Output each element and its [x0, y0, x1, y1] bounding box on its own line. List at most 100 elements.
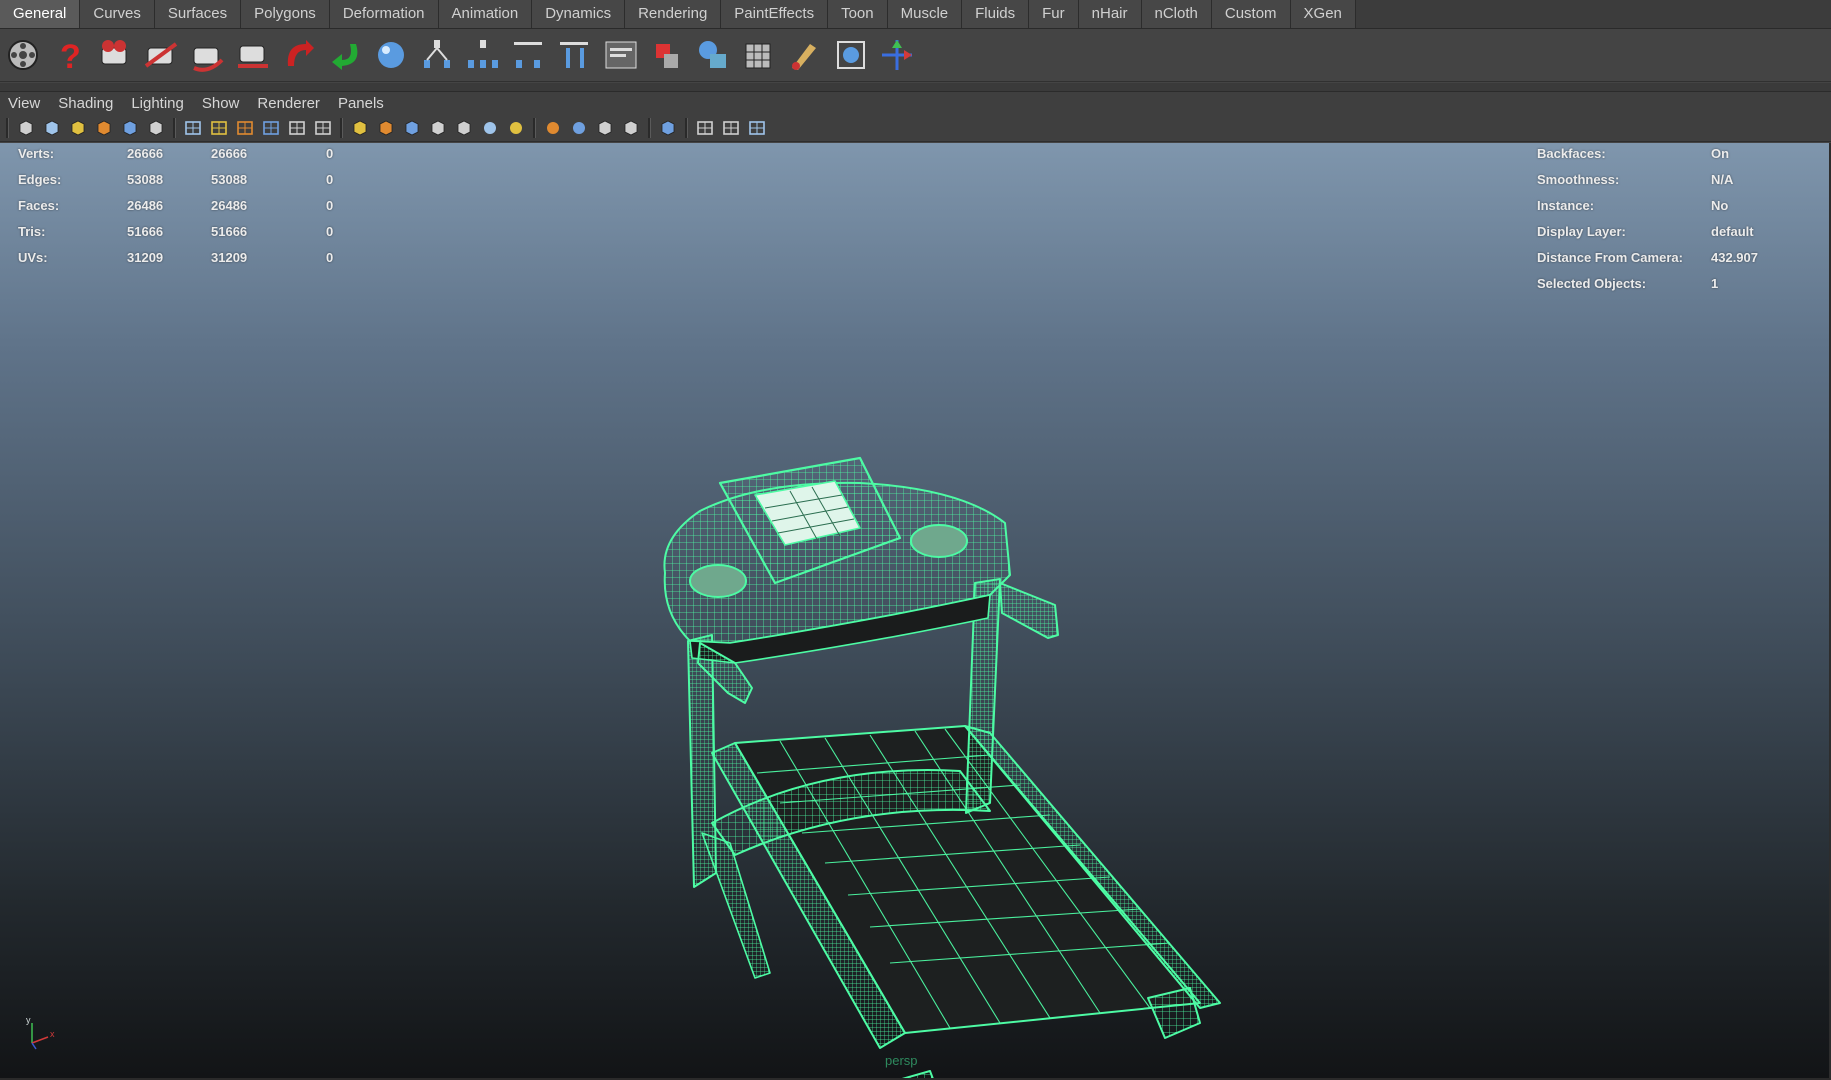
hud-value: 53088: [127, 172, 164, 187]
shelf-tab-rendering[interactable]: Rendering: [625, 0, 722, 28]
axis-y-label: y: [26, 1015, 31, 1025]
select-camera-icon[interactable]: [15, 117, 37, 139]
shelf-tab-dynamics[interactable]: Dynamics: [532, 0, 626, 28]
shelf-tab-painteffects[interactable]: PaintEffects: [721, 0, 829, 28]
panel-menu-shading[interactable]: Shading: [50, 95, 123, 112]
hud-label: Verts:: [18, 146, 55, 161]
panel-menu-lighting[interactable]: Lighting: [123, 95, 194, 112]
hud-label: Backfaces:: [1537, 146, 1606, 161]
camera-aim-icon[interactable]: [94, 33, 136, 77]
xray-icon[interactable]: [694, 117, 716, 139]
hud-label: Tris:: [18, 224, 46, 239]
shelf-tab-deformation[interactable]: Deformation: [329, 0, 439, 28]
film-gate-icon[interactable]: [208, 117, 230, 139]
toolbar-separator: [6, 118, 9, 138]
panel-menu-renderer[interactable]: Renderer: [249, 95, 330, 112]
screen-ssao-icon[interactable]: [542, 117, 564, 139]
hud-label: Distance From Camera:: [1537, 250, 1683, 265]
paint-brush-icon[interactable]: [784, 33, 826, 77]
shelf-tab-fur[interactable]: Fur: [1029, 0, 1079, 28]
camera-attributes-icon[interactable]: [41, 117, 63, 139]
camera-rotate-icon[interactable]: [186, 33, 228, 77]
shelf-tab-animation[interactable]: Animation: [438, 0, 533, 28]
hierarchy-1-icon[interactable]: [416, 33, 458, 77]
safe-title-icon[interactable]: [312, 117, 334, 139]
grease-pencil-icon[interactable]: [145, 117, 167, 139]
cube-lattice-icon[interactable]: [830, 33, 872, 77]
cube-grid-icon[interactable]: [738, 33, 780, 77]
shelf-tab-custom[interactable]: Custom: [1211, 0, 1291, 28]
hud-row-faces: Faces: 26486 26486 0: [18, 198, 358, 224]
hud-value: 432.907: [1711, 250, 1758, 265]
hierarchy-3-icon[interactable]: [508, 33, 550, 77]
grid-icon[interactable]: [182, 117, 204, 139]
shelf-tab-curves[interactable]: Curves: [80, 0, 155, 28]
toolbar-separator: [533, 118, 536, 138]
redo-arrow-icon[interactable]: [324, 33, 366, 77]
shelf-tab-toon[interactable]: Toon: [828, 0, 888, 28]
hud-value: 26666: [127, 146, 164, 161]
undo-arrow-icon[interactable]: [278, 33, 320, 77]
panel-menu-show[interactable]: Show: [194, 95, 250, 112]
panel-menu-panels[interactable]: Panels: [330, 95, 394, 112]
film-reel-icon[interactable]: [2, 33, 44, 77]
xray-components-icon[interactable]: [746, 117, 768, 139]
render-red-cube-icon[interactable]: [646, 33, 688, 77]
panel-toolbar: [0, 115, 1831, 142]
hud-row-distance-from-camera: Distance From Camera: 432.907: [1537, 250, 1827, 276]
shelf-tab-ncloth[interactable]: nCloth: [1141, 0, 1212, 28]
shelf-divider[interactable]: [0, 83, 1831, 92]
window-editor-icon[interactable]: [600, 33, 642, 77]
resolution-gate-icon[interactable]: [234, 117, 256, 139]
shelf-tab-nhair[interactable]: nHair: [1078, 0, 1142, 28]
motion-blur-icon[interactable]: [568, 117, 590, 139]
move-manipulator-icon[interactable]: [876, 33, 918, 77]
hud-row-smoothness: Smoothness: N/A: [1537, 172, 1827, 198]
hud-label: Edges:: [18, 172, 62, 187]
hud-object-details: Backfaces: On Smoothness: N/A Instance: No Dis…: [1537, 146, 1827, 302]
toolbar-separator: [173, 118, 176, 138]
toolbar-separator: [685, 118, 688, 138]
wireframe-on-shaded-icon[interactable]: [401, 117, 423, 139]
hud-value: 51666: [127, 224, 164, 239]
use-all-lights-icon[interactable]: [479, 117, 501, 139]
xray-joints-icon[interactable]: [720, 117, 742, 139]
shelf-tab-polygons[interactable]: Polygons: [241, 0, 330, 28]
shadows-icon[interactable]: [505, 117, 527, 139]
shelf-tab-surfaces[interactable]: Surfaces: [154, 0, 242, 28]
hud-row-uvs: UVs: 31209 31209 0: [18, 250, 358, 276]
hierarchy-2-icon[interactable]: [462, 33, 504, 77]
bookmark-icon[interactable]: [67, 117, 89, 139]
image-plane-icon[interactable]: [93, 117, 115, 139]
field-chart-icon[interactable]: [286, 117, 308, 139]
hud-value: 53088: [211, 172, 248, 187]
help-question-icon[interactable]: ?: [48, 33, 90, 77]
sphere-blue-icon[interactable]: [370, 33, 412, 77]
shelf-tab-general[interactable]: General: [0, 0, 81, 28]
toolbar-separator: [340, 118, 343, 138]
shelf-tab-fluids[interactable]: Fluids: [962, 0, 1030, 28]
default-material-icon[interactable]: [427, 117, 449, 139]
camera-track-icon[interactable]: [232, 33, 274, 77]
camera-aim-up-icon[interactable]: [140, 33, 182, 77]
hud-value: On: [1711, 146, 1730, 161]
depth-of-field-icon[interactable]: [620, 117, 642, 139]
gate-mask-icon[interactable]: [260, 117, 282, 139]
anti-alias-icon[interactable]: [594, 117, 616, 139]
hud-value: 0: [326, 198, 334, 213]
camera-name-label: persp: [885, 1053, 918, 1068]
shelf-tab-muscle[interactable]: Muscle: [887, 0, 963, 28]
wireframe-icon[interactable]: [349, 117, 371, 139]
hud-value: 1: [1711, 276, 1719, 291]
shelf-tab-xgen[interactable]: XGen: [1290, 0, 1356, 28]
render-sphere-cube-icon[interactable]: [692, 33, 734, 77]
smooth-shade-icon[interactable]: [375, 117, 397, 139]
2d-pan-zoom-icon[interactable]: [119, 117, 141, 139]
hierarchy-4-icon[interactable]: [554, 33, 596, 77]
shelf-tab-bar: General Curves Surfaces Polygons Deformation…: [0, 0, 1831, 29]
panel-menu-view[interactable]: View: [0, 95, 50, 112]
hud-value: 0: [326, 146, 334, 161]
textured-icon[interactable]: [453, 117, 475, 139]
perspective-viewport[interactable]: Verts: 26666 26666 0 Edges: 53088 53088 0 Faces:…: [0, 143, 1831, 1078]
isolate-select-icon[interactable]: [657, 117, 679, 139]
